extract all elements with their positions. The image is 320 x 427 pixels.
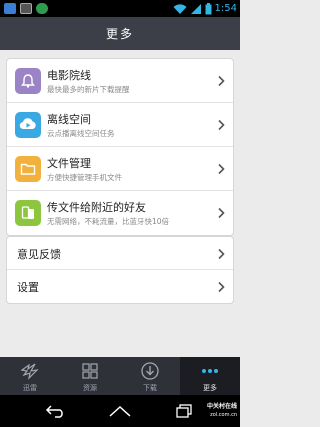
settings-list: 意见反馈 设置 — [6, 236, 234, 304]
grid-icon — [79, 361, 101, 381]
phone-share-icon — [15, 200, 41, 226]
bell-icon — [15, 68, 41, 94]
app-notification-icon — [4, 3, 16, 14]
menu-item-label: 意见反馈 — [17, 248, 61, 261]
menu-item-subtitle: 最快最多的新片下载提醒 — [47, 85, 130, 94]
bottom-tab-bar: 迅雷 资源 下载 更多 — [0, 357, 240, 395]
chevron-right-icon — [218, 75, 225, 87]
title-bar: 更多 — [0, 17, 240, 50]
wifi-icon — [173, 3, 187, 14]
feature-list: 电影院线 最快最多的新片下载提醒 离线空间 云点播离线空间任务 文件管理 方便快… — [6, 58, 234, 236]
watermark: 中关村在线 zol.com.cn — [185, 403, 237, 421]
menu-item-subtitle: 云点播离线空间任务 — [47, 129, 115, 138]
thunder-bird-icon — [19, 361, 41, 381]
tab-resources[interactable]: 资源 — [60, 357, 120, 395]
tab-label: 资源 — [83, 384, 97, 392]
tab-download[interactable]: 下载 — [120, 357, 180, 395]
more-dots-icon — [199, 361, 221, 381]
watermark-name: 中关村在线 — [206, 403, 237, 410]
tab-thunder[interactable]: 迅雷 — [0, 357, 60, 395]
chevron-right-icon — [218, 207, 225, 219]
menu-item-title: 文件管理 — [47, 157, 91, 170]
tab-label: 更多 — [203, 384, 217, 392]
chevron-right-icon — [218, 163, 225, 175]
menu-item-label: 设置 — [17, 281, 39, 294]
menu-item-subtitle: 无需网络，不耗流量，比蓝牙快10倍 — [47, 217, 170, 226]
signal-icon — [190, 3, 201, 14]
menu-item-feedback[interactable]: 意见反馈 — [7, 237, 233, 270]
tab-label: 迅雷 — [23, 384, 37, 392]
status-bar: 1:54 — [0, 0, 240, 17]
image-notification-icon — [20, 3, 32, 14]
cloud-play-icon — [15, 112, 41, 138]
watermark-url: zol.com.cn — [210, 412, 237, 418]
menu-item-file-manager[interactable]: 文件管理 方便快捷管理手机文件 — [7, 147, 233, 191]
chevron-right-icon — [218, 119, 225, 131]
shield-notification-icon — [36, 3, 48, 14]
menu-item-title: 离线空间 — [47, 113, 91, 126]
tab-label: 下载 — [143, 384, 157, 392]
tab-more[interactable]: 更多 — [180, 357, 240, 395]
menu-item-settings[interactable]: 设置 — [7, 270, 233, 303]
chevron-right-icon — [218, 248, 225, 260]
clock: 1:54 — [214, 3, 237, 14]
download-icon — [139, 361, 161, 381]
system-nav-bar: 中关村在线 zol.com.cn — [0, 395, 240, 427]
notification-icons — [4, 3, 48, 14]
home-icon[interactable] — [106, 401, 134, 421]
battery-icon — [205, 2, 212, 14]
menu-item-offline-space[interactable]: 离线空间 云点播离线空间任务 — [7, 103, 233, 147]
menu-item-movie-theater[interactable]: 电影院线 最快最多的新片下载提醒 — [7, 59, 233, 103]
back-icon[interactable] — [42, 401, 70, 421]
menu-item-subtitle: 方便快捷管理手机文件 — [47, 173, 122, 182]
menu-item-title: 电影院线 — [47, 69, 91, 82]
chevron-right-icon — [218, 281, 225, 293]
page-title: 更多 — [105, 27, 134, 41]
menu-item-title: 传文件给附近的好友 — [47, 201, 146, 214]
folder-icon — [15, 156, 41, 182]
menu-item-send-to-nearby[interactable]: 传文件给附近的好友 无需网络，不耗流量，比蓝牙快10倍 — [7, 191, 233, 235]
